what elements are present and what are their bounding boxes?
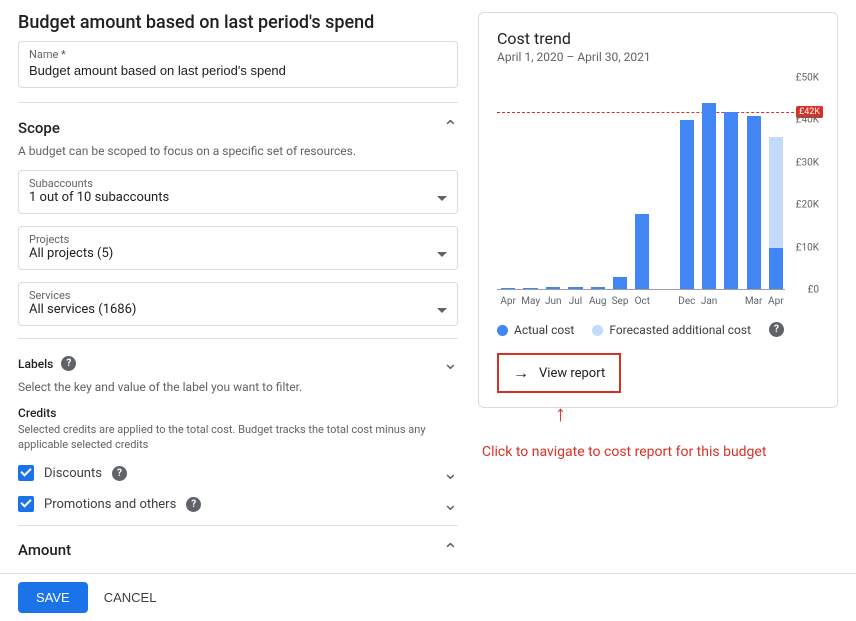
credits-heading: Credits: [18, 406, 458, 420]
arrow-right-icon: →: [513, 363, 529, 383]
x-tick-label: Jun: [545, 296, 562, 308]
divider: [18, 525, 458, 526]
scope-section-toggle[interactable]: Scope ⌃: [18, 117, 458, 138]
x-tick-label: May: [521, 296, 540, 308]
bar-jun: Jun: [544, 287, 562, 308]
x-tick-label: Apr: [500, 296, 516, 308]
name-label: Name *: [29, 48, 447, 61]
x-tick-label: Aug: [589, 296, 607, 308]
bar-dec: Dec: [678, 120, 696, 308]
x-tick-label: Oct: [635, 296, 650, 308]
legend-forecast-label: Forecasted additional cost: [609, 323, 751, 337]
bar-mar: Mar: [744, 116, 762, 308]
bar-jan: Jan: [700, 103, 718, 308]
subaccounts-label: Subaccounts: [29, 177, 437, 190]
chevron-down-icon: ⌄: [443, 353, 458, 374]
bar-jul: Jul: [566, 287, 584, 308]
bar-oct: Oct: [633, 214, 651, 308]
y-tick-label: £30K: [796, 157, 819, 168]
projects-label: Projects: [29, 233, 437, 246]
discounts-row[interactable]: Discounts ? ⌄: [18, 463, 458, 484]
divider: [18, 102, 458, 103]
scope-desc: A budget can be scoped to focus on a spe…: [18, 144, 458, 158]
chart-title: Cost trend: [497, 29, 819, 48]
subaccounts-select[interactable]: Subaccounts 1 out of 10 subaccounts: [18, 170, 458, 214]
services-value: All services (1686): [29, 302, 437, 317]
caret-down-icon: [437, 308, 447, 313]
checkbox-checked-icon[interactable]: [18, 496, 34, 512]
chart-legend: Actual cost Forecasted additional cost ?: [497, 322, 819, 337]
page-title: Budget amount based on last period's spe…: [18, 12, 458, 33]
labels-heading: Labels: [18, 357, 53, 371]
x-tick-label: Dec: [678, 296, 695, 308]
annotation-text: Click to navigate to cost report for thi…: [482, 444, 838, 460]
divider: [18, 338, 458, 339]
y-tick-label: £50K: [796, 73, 819, 84]
x-tick-label: Apr: [768, 296, 784, 308]
checkbox-checked-icon[interactable]: [18, 465, 34, 481]
x-tick-label: Mar: [745, 296, 763, 308]
chevron-up-icon: ⌃: [443, 540, 458, 561]
bar-feb: [722, 112, 740, 308]
x-tick-label: Sep: [612, 296, 629, 308]
services-select[interactable]: Services All services (1686): [18, 282, 458, 326]
chevron-down-icon: ⌄: [443, 463, 458, 484]
projects-select[interactable]: Projects All projects (5): [18, 226, 458, 270]
footer-bar: SAVE CANCEL: [0, 573, 856, 621]
x-tick-label: Jul: [569, 296, 582, 308]
chevron-down-icon: ⌄: [443, 494, 458, 515]
name-input[interactable]: [29, 63, 447, 78]
cost-trend-chart: £42K AprMayJunJulAugSepOctDecJanMarApr £…: [497, 78, 819, 308]
chevron-up-icon: ⌃: [443, 117, 458, 138]
view-report-button[interactable]: → View report: [497, 353, 621, 393]
bar-apr: Apr: [767, 137, 785, 308]
help-icon[interactable]: ?: [186, 497, 201, 512]
help-icon[interactable]: ?: [769, 322, 784, 337]
discounts-label: Discounts: [44, 466, 102, 481]
y-tick-label: £0: [808, 285, 819, 296]
cancel-button[interactable]: CANCEL: [104, 590, 157, 605]
cost-trend-card: Cost trend April 1, 2020 – April 30, 202…: [478, 12, 838, 408]
y-tick-label: £20K: [796, 200, 819, 211]
services-label: Services: [29, 289, 437, 302]
bar-sep: Sep: [611, 277, 629, 308]
x-tick-label: Jan: [701, 296, 717, 308]
subaccounts-value: 1 out of 10 subaccounts: [29, 190, 437, 205]
labels-section-toggle[interactable]: Labels ? ⌄: [18, 353, 458, 374]
caret-down-icon: [437, 252, 447, 257]
amount-heading: Amount: [18, 541, 71, 559]
bar-may: May: [521, 288, 540, 308]
credits-desc: Selected credits are applied to the tota…: [18, 422, 458, 453]
help-icon[interactable]: ?: [112, 466, 127, 481]
promotions-row[interactable]: Promotions and others ? ⌄: [18, 494, 458, 515]
view-report-label: View report: [539, 366, 605, 381]
promotions-label: Promotions and others: [44, 497, 176, 512]
legend-swatch-forecast: [592, 325, 603, 336]
annotation-arrow-icon: ↑: [555, 401, 566, 427]
bar-apr: Apr: [499, 288, 517, 308]
labels-desc: Select the key and value of the label yo…: [18, 380, 458, 394]
bar-nov: [655, 290, 673, 308]
name-field[interactable]: Name *: [18, 41, 458, 88]
y-tick-label: £40K: [796, 115, 819, 126]
x-axis-line: [497, 289, 785, 290]
legend-actual-label: Actual cost: [514, 323, 574, 337]
scope-heading: Scope: [18, 119, 60, 137]
chart-subtitle: April 1, 2020 – April 30, 2021: [497, 50, 819, 64]
y-tick-label: £10K: [796, 242, 819, 253]
caret-down-icon: [437, 196, 447, 201]
legend-swatch-actual: [497, 325, 508, 336]
projects-value: All projects (5): [29, 246, 437, 261]
save-button[interactable]: SAVE: [18, 582, 88, 613]
help-icon[interactable]: ?: [61, 356, 76, 371]
amount-section-toggle[interactable]: Amount ⌃: [18, 540, 458, 561]
